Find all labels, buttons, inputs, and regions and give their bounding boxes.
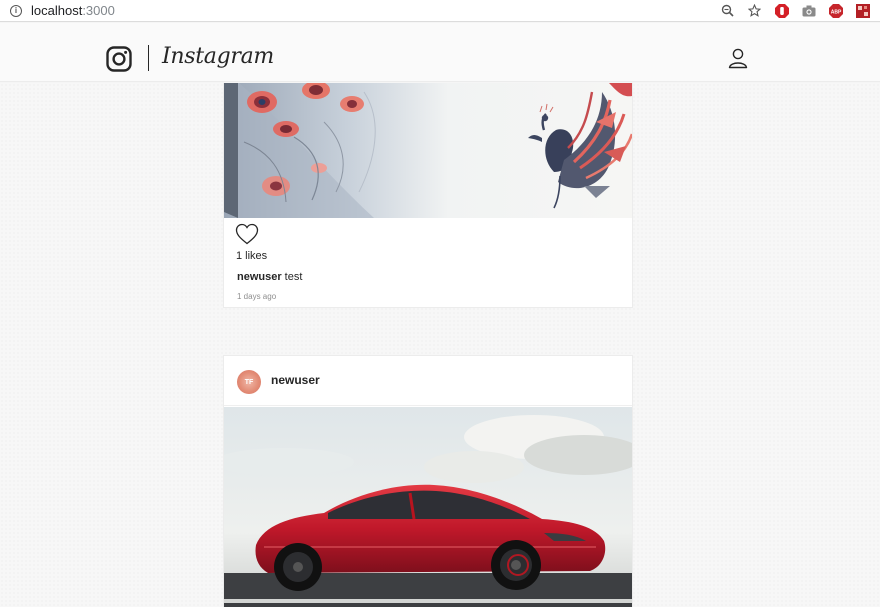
post-card: 1 likes newuser test 1 days ago [223,83,633,308]
zoom-icon[interactable] [720,3,735,18]
star-icon[interactable] [747,3,762,18]
extension-icon[interactable] [855,3,870,18]
profile-icon[interactable] [727,47,749,74]
avatar-initials: TF [244,378,254,386]
abp-icon[interactable]: ABP [828,3,843,18]
caption-username[interactable]: newuser [237,271,282,283]
post-card: TF newuser [223,355,633,607]
caption-text: test [284,271,303,283]
likes-count: 1 likes [236,250,268,262]
url-host[interactable]: localhost [31,3,82,18]
url-port[interactable]: :3000 [82,3,115,18]
feed[interactable]: 1 likes newuser test 1 days ago TF newuse… [0,83,880,607]
info-icon[interactable]: i [10,4,22,17]
browser-address-bar[interactable]: i localhost:3000 ABP [0,0,880,22]
heart-icon[interactable] [235,223,259,250]
app-header: Instagram [0,23,880,82]
post-username[interactable]: newuser [271,373,320,387]
post-image[interactable] [224,407,632,607]
avatar[interactable]: TF [237,370,261,394]
browser-toolbar-icons: ABP [720,3,870,18]
post-header: TF newuser [224,356,632,406]
post-caption: newuser test [237,271,302,283]
logo-divider [148,45,149,71]
instagram-wordmark[interactable]: Instagram [162,44,274,69]
svg-text:ABP: ABP [830,9,841,15]
camera-icon[interactable] [801,3,816,18]
adblock-icon[interactable] [774,3,789,18]
post-image[interactable] [224,83,632,218]
instagram-glyph-icon[interactable] [106,46,132,77]
post-timestamp: 1 days ago [237,292,277,301]
